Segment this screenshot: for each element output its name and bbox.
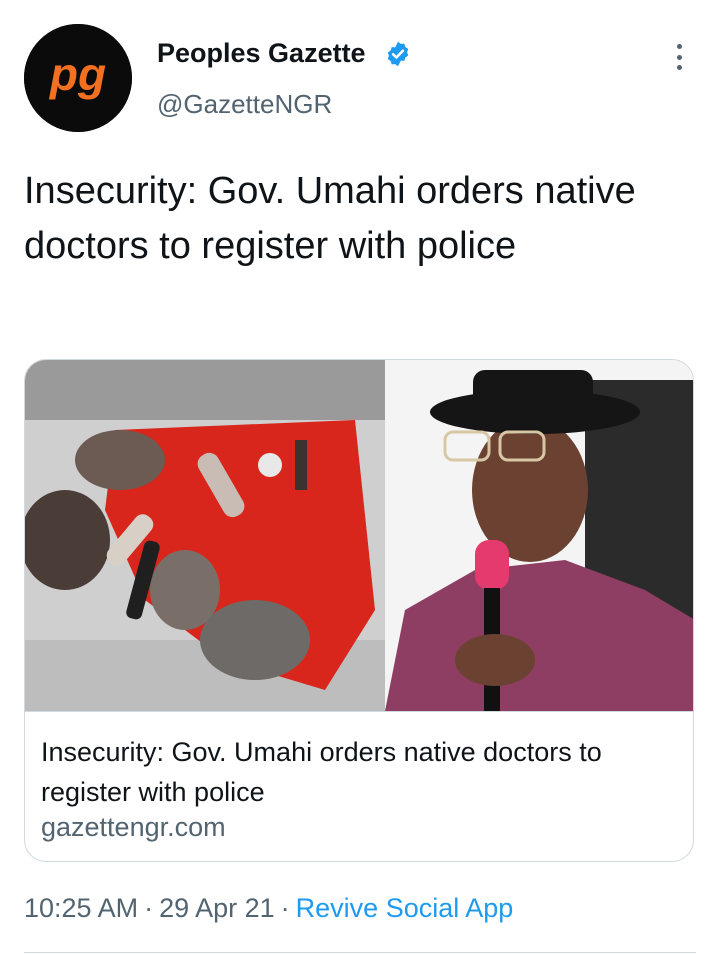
author-display-name[interactable]: Peoples Gazette xyxy=(157,38,366,69)
dot xyxy=(676,65,682,70)
tweet-time[interactable]: 10:25 AM xyxy=(24,893,138,923)
meta-separator: · xyxy=(144,893,154,923)
divider xyxy=(24,952,696,953)
verified-badge-icon xyxy=(387,41,409,67)
link-card-image xyxy=(25,360,693,711)
link-card-title: Insecurity: Gov. Umahi orders native doc… xyxy=(41,737,602,807)
tweet-source-link[interactable]: Revive Social App xyxy=(296,893,514,923)
dot xyxy=(676,54,682,60)
tweet-date[interactable]: 29 Apr 21 xyxy=(159,893,275,923)
tweet-meta: 10:25 AM · 29 Apr 21 · Revive Social App xyxy=(24,893,513,924)
peoples-gazette-logo: pg xyxy=(24,24,132,132)
link-card[interactable]: Insecurity: Gov. Umahi orders native doc… xyxy=(24,359,694,862)
meta-separator: · xyxy=(280,893,290,923)
card-divider xyxy=(25,711,693,712)
link-card-domain: gazettengr.com xyxy=(41,812,226,842)
avatar[interactable]: pg xyxy=(24,24,132,132)
dot xyxy=(676,44,682,49)
svg-text:pg: pg xyxy=(48,48,106,100)
more-options-icon[interactable] xyxy=(664,42,694,72)
tweet-text: Insecurity: Gov. Umahi orders native doc… xyxy=(24,170,636,267)
author-handle[interactable]: @GazetteNGR xyxy=(157,89,332,120)
